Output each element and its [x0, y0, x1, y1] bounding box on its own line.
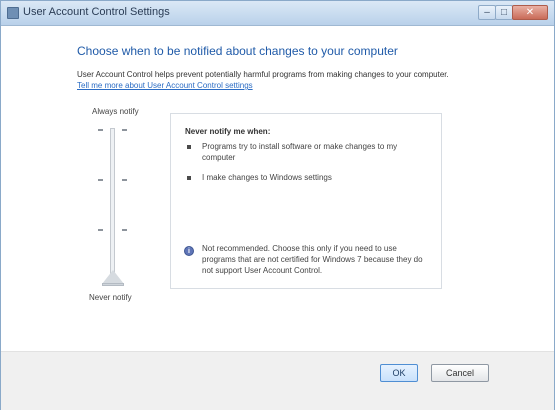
cancel-button[interactable]: Cancel: [431, 364, 489, 382]
slider-thumb[interactable]: [102, 270, 124, 284]
info-icon: i: [184, 246, 194, 256]
recommendation-note: Not recommended. Choose this only if you…: [202, 244, 423, 275]
description-text: User Account Control helps prevent poten…: [77, 70, 449, 79]
shield-icon: [7, 7, 19, 19]
notification-level-slider[interactable]: [90, 124, 136, 286]
bullet-point: [187, 176, 191, 180]
close-button[interactable]: ✕: [512, 5, 548, 20]
slider-bottom-label: Never notify: [89, 293, 132, 302]
main-content: Choose when to be notified about changes…: [1, 26, 554, 351]
setting-description-panel: Never notify me when: Programs try to in…: [170, 113, 442, 289]
ok-button[interactable]: OK: [380, 364, 418, 382]
panel-title: Never notify me when:: [185, 127, 271, 136]
uac-settings-window: User Account Control Settings ‒ □ ✕ Choo…: [0, 0, 555, 410]
bullet-text-1: Programs try to install software or make…: [202, 142, 398, 162]
slider-top-label: Always notify: [92, 107, 139, 116]
slider-track[interactable]: [110, 128, 115, 278]
slider-tick: [122, 129, 127, 131]
dialog-footer: OK Cancel: [1, 351, 554, 410]
maximize-button[interactable]: □: [495, 5, 513, 20]
help-link[interactable]: Tell me more about User Account Control …: [77, 81, 253, 90]
slider-tick: [122, 179, 127, 181]
slider-tick: [98, 229, 103, 231]
slider-tick: [122, 229, 127, 231]
window-controls: ‒ □ ✕: [478, 5, 548, 20]
title-bar[interactable]: User Account Control Settings ‒ □ ✕: [1, 1, 554, 26]
minimize-button[interactable]: ‒: [478, 5, 496, 20]
slider-thumb-base[interactable]: [102, 283, 124, 286]
slider-tick: [98, 179, 103, 181]
page-title: Choose when to be notified about changes…: [77, 44, 398, 58]
bullet-text-2: I make changes to Windows settings: [202, 173, 332, 182]
slider-tick: [98, 129, 103, 131]
bullet-point: [187, 145, 191, 149]
window-title: User Account Control Settings: [23, 6, 170, 18]
